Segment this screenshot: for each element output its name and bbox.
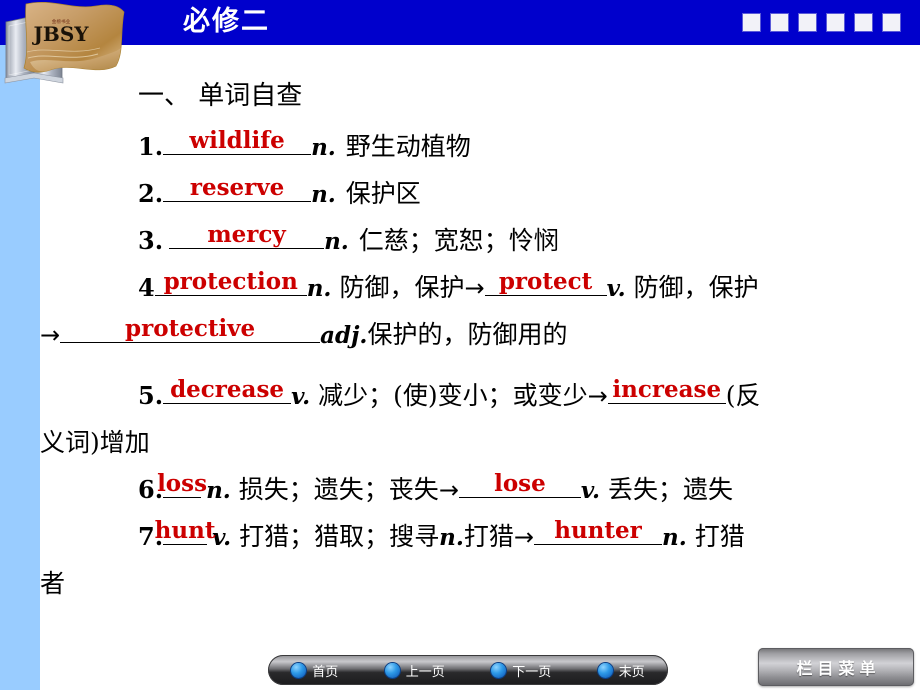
derived-part-of-speech: n.: [662, 524, 687, 551]
header-square: [771, 14, 788, 31]
derived-answer-blank[interactable]: protect: [484, 268, 607, 296]
derived-meaning-text: 丢失；遗失: [607, 475, 733, 504]
answer-blank[interactable]: protection: [154, 268, 307, 296]
header-square: [799, 14, 816, 31]
derivation-arrow: →: [438, 476, 459, 504]
meaning-text: 损失；遗失；丧失: [238, 475, 439, 504]
derived-meaning-text: 防御，保护: [633, 273, 759, 302]
column-menu-label: 栏目菜单: [796, 659, 881, 678]
meaning-text: 野生动植物: [345, 132, 471, 161]
nav-label: 上一页: [405, 664, 445, 680]
vocab-item-7-continued: 者: [40, 569, 66, 598]
answer-blank[interactable]: decrease: [163, 376, 292, 404]
answer-text: loss: [157, 470, 208, 497]
bullet-icon: [384, 662, 400, 678]
meaning-text: 防御，保护: [339, 273, 465, 302]
item-number: 2.: [138, 179, 164, 208]
part-of-speech: n.: [206, 477, 231, 504]
header-square: [855, 14, 872, 31]
answer-blank[interactable]: wildlife: [163, 127, 312, 155]
extra-part-of-speech: n.: [439, 524, 464, 551]
derivation-arrow-2: →: [40, 321, 61, 349]
vocab-item-3: 3. mercy n. 仁慈；宽恕；怜悯: [138, 217, 559, 265]
extra-meaning-text: 打猎: [463, 522, 514, 551]
part-of-speech: n.: [311, 134, 336, 161]
antonym-note-head: (反: [725, 381, 761, 410]
header-square: [883, 14, 900, 31]
answer-blank[interactable]: loss: [157, 471, 207, 498]
derived2-meaning-text: 保护的，防御用的: [367, 320, 568, 349]
derived2-answer-blank[interactable]: protective: [60, 315, 321, 343]
derivation-arrow: →: [513, 523, 534, 551]
answer-text: reserve: [189, 174, 285, 201]
vocab-item-4: 4 protection n. 防御，保护→ protect v. 防御，保护: [138, 264, 759, 312]
derived-answer-blank[interactable]: increase: [607, 376, 726, 404]
part-of-speech: n.: [324, 228, 349, 255]
answer-blank[interactable]: mercy: [169, 221, 325, 249]
derived-part-of-speech: v.: [606, 275, 626, 302]
item-number: 3.: [138, 226, 164, 255]
item-number: 4: [138, 273, 155, 302]
header-square: [827, 14, 844, 31]
vocab-item-5: 5. decrease v. 减少；(使)变小；或变少→ increase (反: [138, 372, 761, 420]
answer-text: protection: [163, 268, 298, 295]
derived-part-of-speech: v.: [580, 477, 600, 504]
column-menu-button[interactable]: 栏目菜单: [758, 648, 914, 686]
answer-text: mercy: [207, 221, 286, 248]
meaning-text: 打猎；猎取；搜寻: [239, 522, 440, 551]
vocab-item-1: 1. wildlife n. 野生动植物: [138, 123, 471, 171]
item-number: 1.: [138, 132, 164, 161]
left-side-strip: [0, 45, 40, 690]
nav-label: 首页: [312, 664, 339, 680]
meaning-text: 减少；(使)变小；或变少: [318, 381, 588, 410]
derived-answer-text: protect: [498, 268, 593, 295]
answer-blank[interactable]: hunt: [155, 518, 215, 545]
logo-brand-text: JBSY: [31, 22, 89, 46]
vocab-item-7: 7. hunt v. 打猎；猎取；搜寻n.打猎→ hunter n. 打猎: [138, 513, 745, 561]
derived-answer-text: hunter: [554, 517, 642, 544]
nav-button-home[interactable]: 首页: [291, 661, 338, 680]
answer-text: hunt: [154, 517, 216, 544]
derived-answer-blank[interactable]: hunter: [534, 518, 662, 545]
derived2-part-of-speech: adj.: [320, 322, 368, 349]
nav-button-previous-page[interactable]: 上一页: [384, 661, 445, 680]
part-of-speech: v.: [291, 383, 311, 410]
header-square: [743, 14, 760, 31]
slide-content: 一、 单词自查 1. wildlife n. 野生动植物 2. reserve n. 保护区…: [40, 45, 920, 645]
vocab-item-6: 6. loss n. 损失；遗失；丧失→ lose v. 丢失；遗失: [138, 466, 733, 514]
derived-answer-text: lose: [494, 470, 546, 497]
meaning-text: 仁慈；宽恕；怜悯: [358, 226, 559, 255]
derived-answer-blank[interactable]: lose: [458, 470, 581, 498]
derived-answer-text: increase: [612, 376, 722, 403]
part-of-speech: n.: [306, 275, 332, 302]
item-number: 5.: [138, 381, 164, 410]
nav-button-next-page[interactable]: 下一页: [491, 661, 551, 680]
derived2-answer-text: protective: [125, 315, 256, 342]
header-decoration-squares: [743, 14, 900, 31]
section-heading: 一、 单词自查: [138, 81, 303, 111]
bullet-icon: [491, 662, 507, 678]
vocab-item-2: 2. reserve n. 保护区: [138, 170, 421, 218]
derivation-arrow: →: [464, 274, 485, 302]
part-of-speech: n.: [311, 181, 336, 208]
derived-meaning-head: 打猎: [694, 522, 745, 551]
answer-blank[interactable]: reserve: [163, 174, 312, 202]
meaning-text: 保护区: [345, 179, 421, 208]
derivation-arrow: →: [587, 382, 608, 410]
page-title: 必修二: [183, 6, 270, 37]
nav-button-last-page[interactable]: 末页: [597, 661, 645, 680]
vocab-item-5-continued: 义词)增加: [40, 428, 150, 457]
answer-text: wildlife: [189, 127, 285, 154]
jbsy-logo: 金榜书业 JBSY: [4, 1, 125, 84]
bullet-icon: [291, 662, 307, 678]
nav-label: 末页: [618, 664, 645, 680]
bottom-navigation-bar: 首页 上一页 下一页 末页: [268, 655, 668, 685]
nav-label: 下一页: [512, 664, 552, 680]
vocab-item-4-continued: → protective adj.保护的，防御用的: [40, 311, 567, 359]
bullet-icon: [597, 662, 613, 678]
answer-text: decrease: [170, 376, 285, 403]
